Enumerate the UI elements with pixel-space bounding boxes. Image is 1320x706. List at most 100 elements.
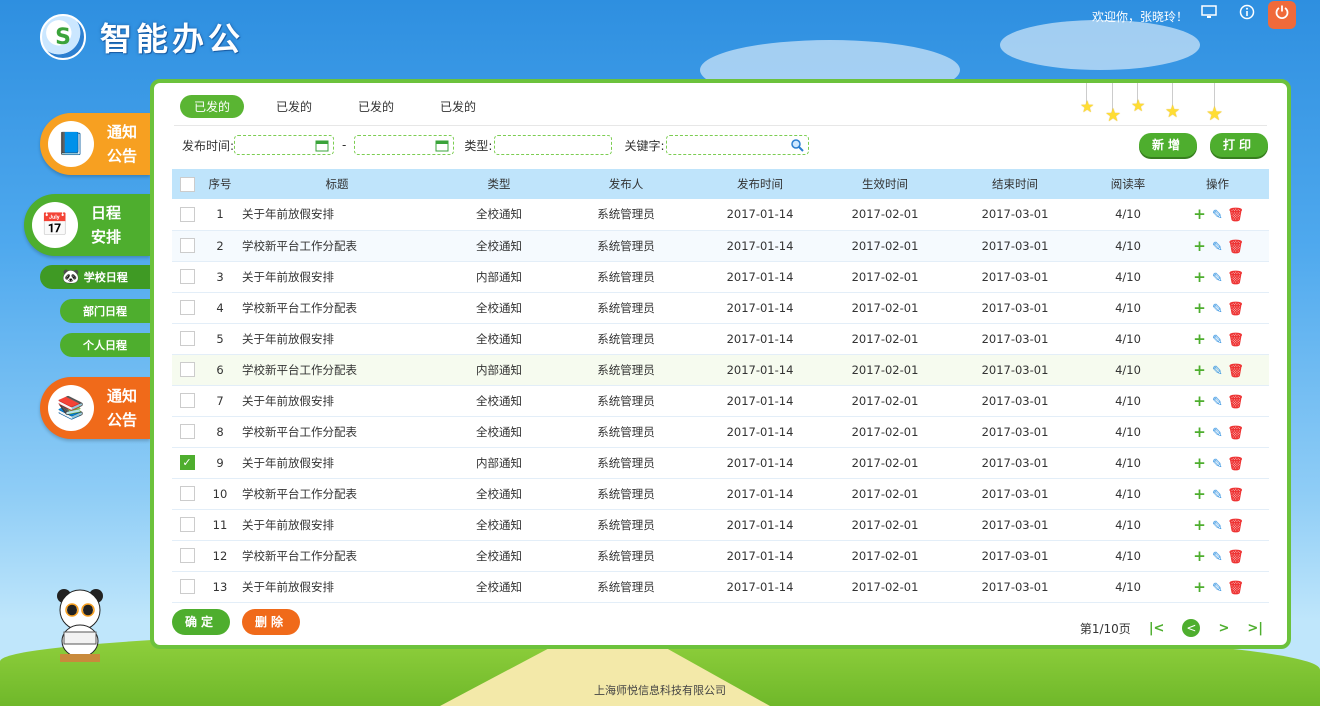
power-button[interactable] [1268,1,1296,29]
table-row[interactable]: 2 学校新平台工作分配表 全校通知 系统管理员 2017-01-14 2017-02-01… [172,230,1269,262]
add-button[interactable]: 新增 [1139,133,1197,157]
last-page-button[interactable]: >| [1247,621,1263,636]
table-row[interactable]: 11 关于年前放假安排 全校通知 系统管理员 2017-01-14 2017-02-01 2… [172,509,1269,541]
row-checkbox[interactable] [179,579,195,594]
table-row[interactable]: 12 学校新平台工作分配表 全校通知 系统管理员 2017-01-14 2017-02-0… [172,540,1269,572]
row-checkbox[interactable] [179,393,195,408]
row-title: 关于年前放假安排 [238,571,436,603]
row-checkbox[interactable] [179,300,195,315]
plus-icon[interactable]: + [1191,423,1209,441]
sidebar-item-schedule[interactable]: 📅 日程 安排 [24,194,150,256]
row-checkbox[interactable] [179,331,195,346]
edit-icon[interactable]: ✎ [1209,426,1227,441]
table-row[interactable]: 8 学校新平台工作分配表 全校通知 系统管理员 2017-01-14 2017-02-01… [172,416,1269,448]
start-date-input[interactable] [234,135,335,155]
table-row[interactable]: 7 关于年前放假安排 全校通知 系统管理员 2017-01-14 2017-02-01 20… [172,385,1269,417]
row-publisher: 系统管理员 [562,385,690,417]
sidebar-sub-school-schedule[interactable]: 🐼 学校日程 [40,265,150,289]
prev-page-button[interactable]: < [1182,619,1201,637]
tab-sent-3[interactable]: 已发的 [344,95,408,118]
plus-icon[interactable]: + [1191,392,1209,410]
row-checkbox[interactable] [179,424,195,439]
end-date-input[interactable] [354,135,455,155]
table-row[interactable]: ✓ 9 关于年前放假安排 内部通知 系统管理员 2017-01-14 2017-02-01 2… [172,447,1269,479]
info-icon[interactable] [1236,4,1258,26]
edit-icon[interactable]: ✎ [1209,364,1227,379]
trash-icon[interactable]: 🗑 [1227,333,1245,348]
table-row[interactable]: 3 关于年前放假安排 内部通知 系统管理员 2017-01-14 2017-02-01 20… [172,261,1269,293]
sidebar-item-notice-2[interactable]: 📚 通知 公告 [40,377,150,439]
trash-icon[interactable]: 🗑 [1227,488,1245,503]
plus-icon[interactable]: + [1191,361,1209,379]
edit-icon[interactable]: ✎ [1209,519,1227,534]
row-checkbox[interactable] [179,269,195,284]
tab-sent-2[interactable]: 已发的 [262,95,326,118]
select-all-checkbox[interactable] [179,176,195,192]
trash-icon[interactable]: 🗑 [1227,395,1245,410]
edit-icon[interactable]: ✎ [1209,333,1227,348]
monitor-icon[interactable] [1198,4,1220,26]
row-checkbox[interactable] [179,362,195,377]
table-row[interactable]: 10 学校新平台工作分配表 全校通知 系统管理员 2017-01-14 2017-02-0… [172,478,1269,510]
trash-icon[interactable]: 🗑 [1227,581,1245,596]
edit-icon[interactable]: ✎ [1209,581,1227,596]
next-page-button[interactable]: > [1218,621,1229,636]
plus-icon[interactable]: + [1191,268,1209,286]
sidebar-sub-personal-schedule[interactable]: 个人日程 [60,333,150,357]
edit-icon[interactable]: ✎ [1209,302,1227,317]
table-row[interactable]: 6 学校新平台工作分配表 内部通知 系统管理员 2017-01-14 2017-02-01… [172,354,1269,386]
tab-sent-4[interactable]: 已发的 [426,95,490,118]
edit-icon[interactable]: ✎ [1209,271,1227,286]
row-end-time: 2017-03-01 [940,509,1090,541]
print-button[interactable]: 打印 [1210,133,1268,157]
row-checkbox[interactable] [179,548,195,563]
trash-icon[interactable]: 🗑 [1227,302,1245,317]
search-icon[interactable] [791,138,805,152]
plus-icon[interactable]: + [1191,330,1209,348]
edit-icon[interactable]: ✎ [1209,488,1227,503]
edit-icon[interactable]: ✎ [1209,395,1227,410]
sidebar-item-notice[interactable]: 📘 通知 公告 [40,113,150,175]
keyword-input[interactable] [666,135,810,155]
trash-icon[interactable]: 🗑 [1227,271,1245,286]
first-page-button[interactable]: |< [1149,621,1165,636]
trash-icon[interactable]: 🗑 [1227,550,1245,565]
table-row[interactable]: 5 关于年前放假安排 全校通知 系统管理员 2017-01-14 2017-02-01 20… [172,323,1269,355]
plus-icon[interactable]: + [1191,578,1209,596]
plus-icon[interactable]: + [1191,485,1209,503]
edit-icon[interactable]: ✎ [1209,457,1227,472]
tab-sent-1[interactable]: 已发的 [180,95,245,118]
table-row[interactable]: 1 关于年前放假安排 全校通知 系统管理员 2017-01-14 2017-02-01 20… [172,199,1269,231]
trash-icon[interactable]: 🗑 [1227,457,1245,472]
row-type: 全校通知 [436,571,562,603]
trash-icon[interactable]: 🗑 [1227,519,1245,534]
row-checkbox[interactable] [179,206,195,222]
table-row[interactable]: 13 关于年前放假安排 全校通知 系统管理员 2017-01-14 2017-02-01 2… [172,571,1269,603]
trash-icon[interactable]: 🗑 [1227,426,1245,441]
plus-icon[interactable]: + [1191,237,1209,255]
row-type: 内部通知 [436,354,562,386]
row-publish-time: 2017-01-14 [690,292,830,324]
delete-button[interactable]: 删除 [242,609,300,635]
trash-icon[interactable]: 🗑 [1227,240,1245,255]
trash-icon[interactable]: 🗑 [1227,364,1245,379]
row-checkbox[interactable] [179,486,195,501]
edit-icon[interactable]: ✎ [1209,208,1227,223]
plus-icon[interactable]: + [1191,516,1209,534]
row-checkbox[interactable] [179,517,195,532]
plus-icon[interactable]: + [1191,205,1209,223]
row-select-cell [172,540,202,572]
trash-icon[interactable]: 🗑 [1227,208,1245,223]
edit-icon[interactable]: ✎ [1209,550,1227,565]
table-row[interactable]: 4 学校新平台工作分配表 全校通知 系统管理员 2017-01-14 2017-02-01… [172,292,1269,324]
confirm-button[interactable]: 确定 [172,609,230,635]
plus-icon[interactable]: + [1191,547,1209,565]
row-checkbox[interactable] [179,238,195,253]
row-checkbox[interactable]: ✓ [179,455,195,470]
row-number: 7 [202,385,238,417]
sidebar-sub-department-schedule[interactable]: 部门日程 [60,299,150,323]
edit-icon[interactable]: ✎ [1209,240,1227,255]
plus-icon[interactable]: + [1191,299,1209,317]
type-select[interactable] [494,135,613,155]
plus-icon[interactable]: + [1191,454,1209,472]
